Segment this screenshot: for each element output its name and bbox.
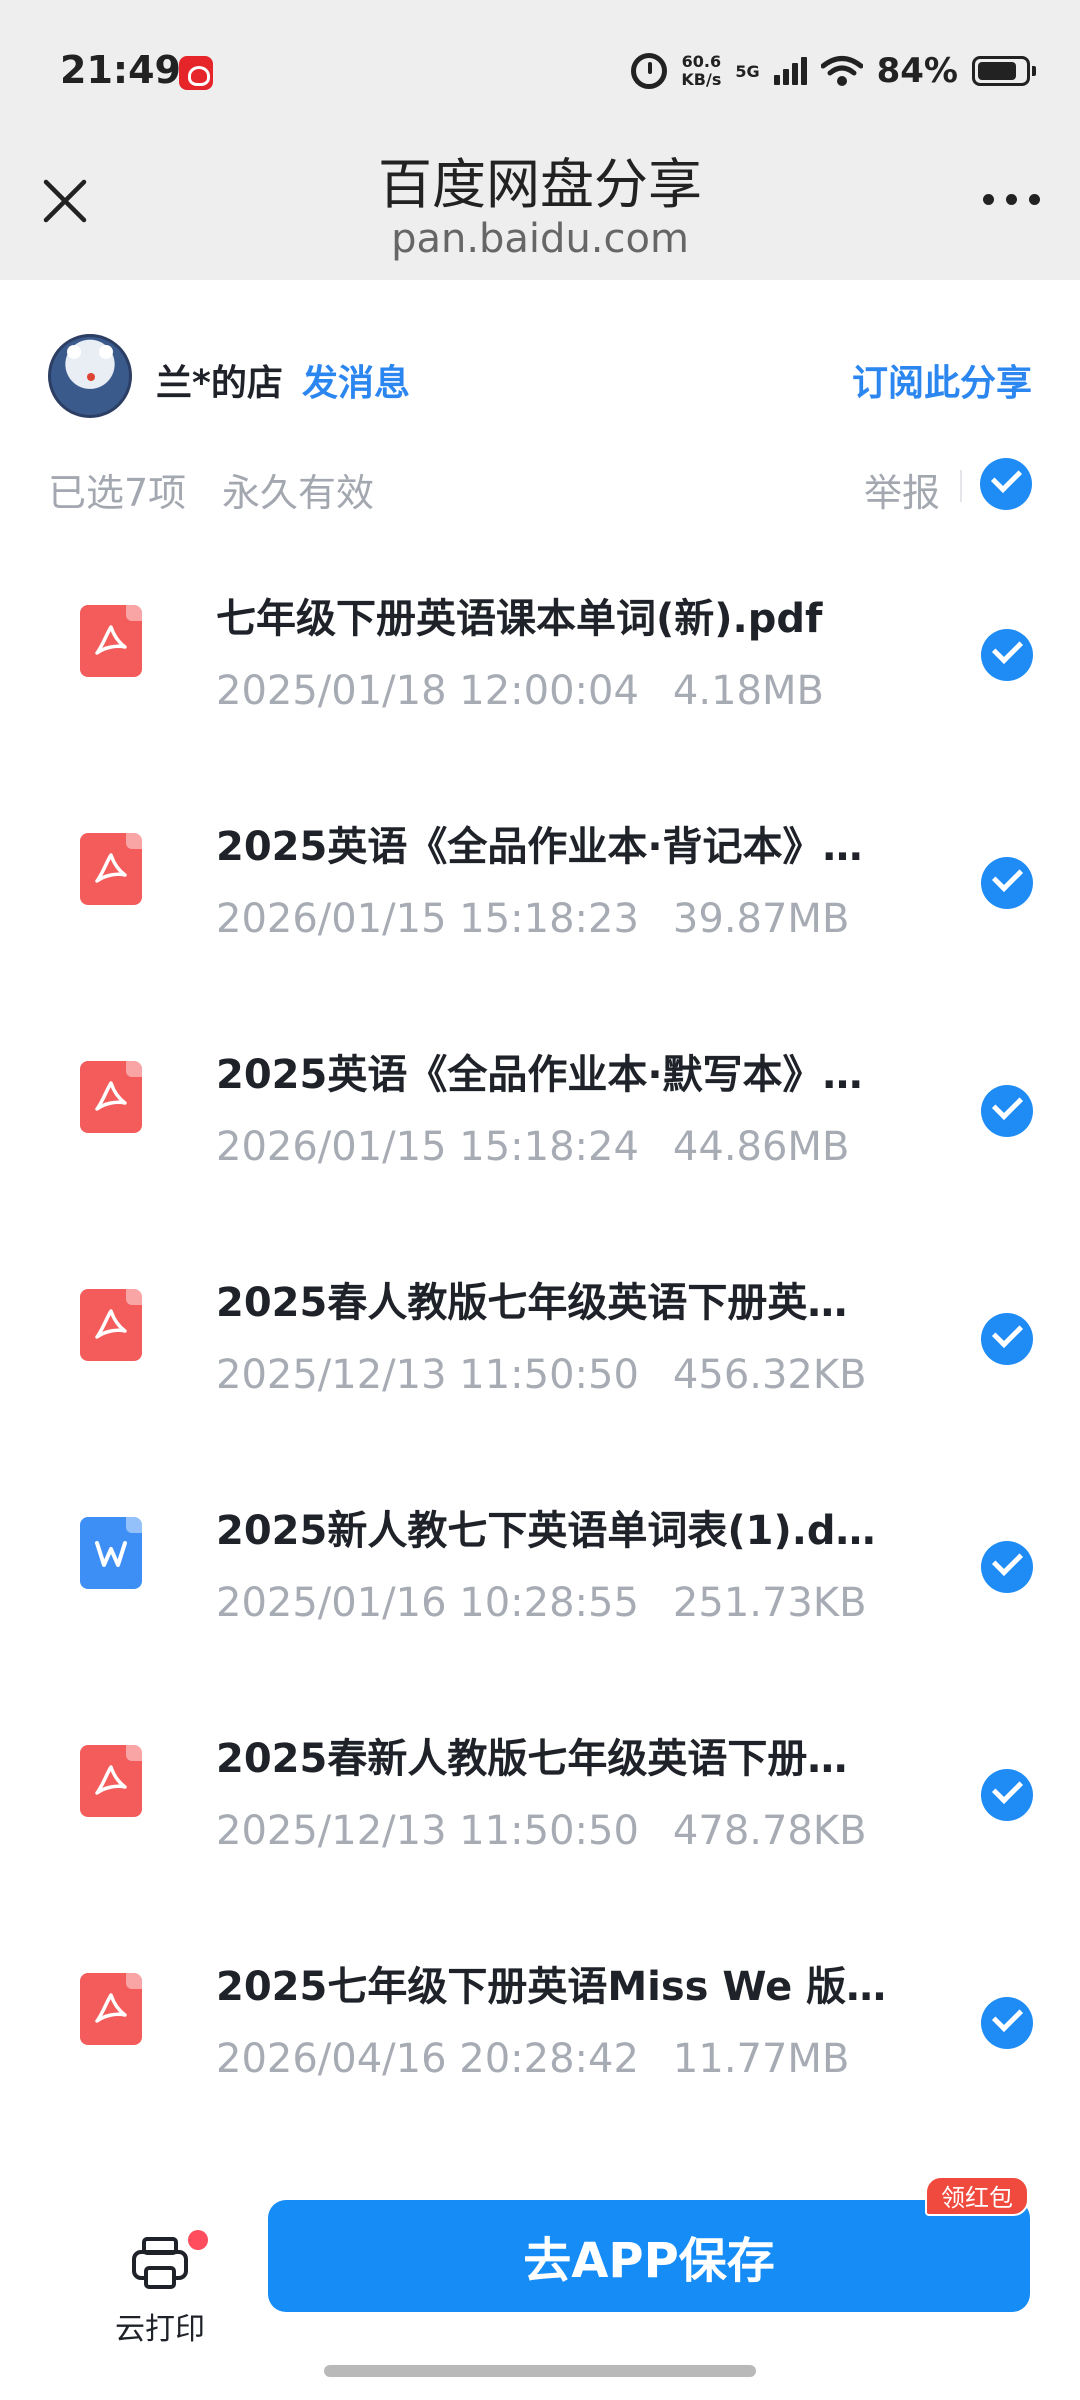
file-size: 44.86MB — [672, 1124, 850, 1170]
cloud-print-button[interactable]: 云打印 — [100, 2208, 220, 2358]
selection-row: 已选7项 永久有效 举报 — [48, 448, 1032, 518]
subscribe-share-link[interactable]: 订阅此分享 — [852, 354, 1032, 406]
file-meta: 2025/01/18 12:00:04 4.18MB — [216, 668, 824, 714]
file-meta: 2026/04/16 20:28:42 11.77MB — [216, 2036, 849, 2082]
file-meta: 2025/12/13 11:50:50 478.78KB — [216, 1808, 867, 1854]
pdf-file-icon — [80, 1289, 142, 1361]
signal-icon — [773, 57, 807, 85]
file-date: 2026/01/15 15:18:23 — [216, 896, 639, 942]
file-list: 七年级下册英语课本单词(新).pdf 2025/01/18 12:00:04 4.… — [0, 560, 1080, 2156]
network-speed-value: 60.6 — [681, 52, 722, 71]
file-meta: 2026/01/15 15:18:23 39.87MB — [216, 896, 849, 942]
file-name: 2025春新人教版七年级英语下册… — [216, 1736, 848, 1782]
notification-dot — [188, 2230, 208, 2250]
file-size: 251.73KB — [672, 1580, 867, 1626]
file-name: 2025英语《全品作业本·背记本》… — [216, 824, 863, 870]
send-message-link[interactable]: 发消息 — [302, 354, 410, 406]
save-to-app-button[interactable]: 去APP保存 — [268, 2200, 1030, 2312]
list-item[interactable]: 七年级下册英语课本单词(新).pdf 2025/01/18 12:00:04 4.… — [0, 560, 1080, 788]
select-all-checkbox[interactable] — [980, 458, 1032, 510]
file-meta: 2025/01/16 10:28:55 251.73KB — [216, 1580, 867, 1626]
file-checkbox[interactable] — [981, 1085, 1033, 1137]
battery-icon — [972, 56, 1036, 86]
file-name: 2025新人教七下英语单词表(1).d… — [216, 1508, 876, 1554]
file-name: 2025七年级下册英语Miss We 版… — [216, 1964, 887, 2010]
red-packet-badge[interactable]: 领红包 — [925, 2176, 1029, 2216]
status-time: 21:49 — [60, 48, 181, 92]
file-name: 2025春人教版七年级英语下册英… — [216, 1280, 848, 1326]
file-checkbox[interactable] — [981, 1541, 1033, 1593]
selected-count: 已选7项 — [48, 471, 187, 515]
file-date: 2025/12/13 11:50:50 — [216, 1808, 639, 1854]
status-bar: 21:49 60.6 KB/s 5G 84% — [0, 0, 1080, 136]
list-item[interactable]: 2025春人教版七年级英语下册英… 2025/12/13 11:50:50 456… — [0, 1244, 1080, 1472]
file-checkbox[interactable] — [981, 1313, 1033, 1365]
file-size: 478.78KB — [672, 1808, 867, 1854]
file-checkbox[interactable] — [981, 629, 1033, 681]
more-icon[interactable] — [983, 194, 1040, 205]
page-title: 百度网盘分享 — [378, 153, 702, 216]
list-item[interactable]: 2025英语《全品作业本·背记本》… 2026/01/15 15:18:23 39… — [0, 788, 1080, 1016]
file-date: 2025/12/13 11:50:50 — [216, 1352, 639, 1398]
pdf-file-icon — [80, 1061, 142, 1133]
list-item[interactable]: 2025英语《全品作业本·默写本》… 2026/01/15 15:18:24 44… — [0, 1016, 1080, 1244]
network-type: 5G — [735, 61, 760, 81]
share-validity: 永久有效 — [222, 471, 375, 515]
pdf-file-icon — [80, 605, 142, 677]
status-indicators: 60.6 KB/s 5G 84% — [631, 46, 1036, 96]
file-size: 456.32KB — [672, 1352, 867, 1398]
file-date: 2026/04/16 20:28:42 — [216, 2036, 639, 2082]
printer-icon — [132, 2237, 188, 2289]
file-date: 2026/01/15 15:18:24 — [216, 1124, 639, 1170]
file-checkbox[interactable] — [981, 1997, 1033, 2049]
network-speed: 60.6 KB/s — [681, 53, 721, 89]
nav-bar: 百度网盘分享 pan.baidu.com — [0, 136, 1080, 280]
report-link[interactable]: 举报 — [864, 462, 940, 517]
word-file-icon — [80, 1517, 142, 1589]
file-size: 39.87MB — [672, 896, 850, 942]
file-size: 11.77MB — [672, 2036, 850, 2082]
home-indicator[interactable] — [324, 2365, 756, 2377]
file-name: 七年级下册英语课本单词(新).pdf — [216, 596, 823, 642]
page-url: pan.baidu.com — [391, 216, 689, 262]
list-item[interactable]: 2025七年级下册英语Miss We 版… 2026/04/16 20:28:4… — [0, 1928, 1080, 2156]
cloud-print-label: 云打印 — [115, 2312, 205, 2347]
file-meta: 2026/01/15 15:18:24 44.86MB — [216, 1124, 849, 1170]
alarm-icon — [631, 53, 668, 89]
network-speed-unit: KB/s — [681, 70, 722, 89]
file-size: 4.18MB — [672, 668, 824, 714]
file-checkbox[interactable] — [981, 1769, 1033, 1821]
file-checkbox[interactable] — [981, 857, 1033, 909]
pdf-file-icon — [80, 833, 142, 905]
file-name: 2025英语《全品作业本·默写本》… — [216, 1052, 863, 1098]
list-item[interactable]: 2025新人教七下英语单词表(1).d… 2025/01/16 10:28:55… — [0, 1472, 1080, 1700]
battery-percent: 84% — [876, 51, 958, 91]
list-item[interactable]: 2025春新人教版七年级英语下册… 2025/12/13 11:50:50 478… — [0, 1700, 1080, 1928]
share-owner-row: 兰*的店 发消息 订阅此分享 — [48, 334, 1032, 418]
file-date: 2025/01/18 12:00:04 — [216, 668, 639, 714]
notification-app-icon — [179, 56, 213, 90]
avatar[interactable] — [48, 334, 132, 418]
bottom-action-bar: 云打印 去APP保存 领红包 — [0, 2160, 1080, 2400]
pdf-file-icon — [80, 1745, 142, 1817]
pdf-file-icon — [80, 1973, 142, 2045]
owner-name: 兰*的店 — [156, 363, 283, 404]
file-date: 2025/01/16 10:28:55 — [216, 1580, 639, 1626]
divider — [960, 470, 962, 502]
file-meta: 2025/12/13 11:50:50 456.32KB — [216, 1352, 867, 1398]
wifi-icon — [820, 55, 863, 87]
